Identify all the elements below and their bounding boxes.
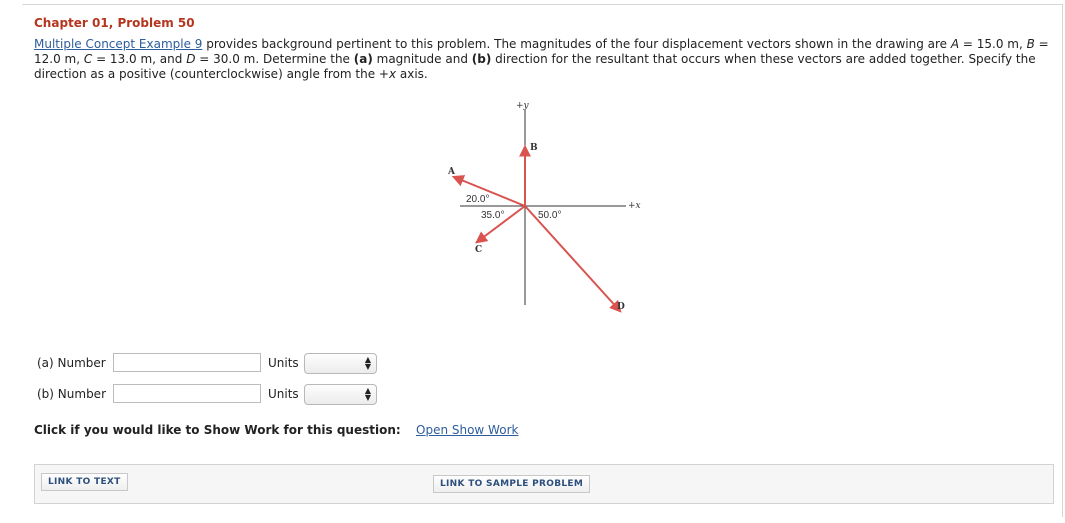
part-b-label: (b)	[471, 52, 492, 66]
show-work-prompt: Click if you would like to Show Work for…	[34, 423, 401, 437]
var-b: B	[1026, 37, 1035, 51]
axis-x-label: +x	[628, 201, 641, 211]
concept-example-link[interactable]: Multiple Concept Example 9	[34, 37, 202, 51]
var-a: A	[950, 37, 960, 51]
link-bar: LINK TO TEXT LINK TO SAMPLE PROBLEM	[34, 464, 1054, 504]
vector-d-label: D	[617, 302, 625, 312]
angle-d-label: 50.0°	[538, 210, 561, 221]
select-arrows-icon: ▲ ▼	[364, 355, 371, 371]
vector-c-label: C	[475, 245, 482, 255]
answer-b-units-select[interactable]: ▲ ▼	[304, 384, 377, 405]
val-d: = 30.0 m. Determine the	[195, 52, 354, 66]
problem-text: provides background pertinent to this pr…	[202, 37, 951, 51]
axis-ref: +x	[378, 67, 397, 81]
vector-diagram: +y +x B A C D 20.0° 35.0° 50.0°	[447, 101, 641, 313]
vector-d	[524, 205, 622, 313]
var-c: C	[83, 52, 93, 66]
problem-text-4: axis.	[396, 67, 428, 81]
problem-text-2: magnitude and	[372, 52, 472, 66]
answer-a-units-select[interactable]: ▲ ▼	[304, 353, 377, 374]
part-a-label: (a)	[353, 52, 373, 66]
vector-a	[451, 175, 526, 207]
problem-statement: Multiple Concept Example 9 provides back…	[34, 37, 1054, 82]
answer-a-label: (a) Number	[37, 356, 106, 370]
open-show-work-link[interactable]: Open Show Work	[416, 423, 518, 437]
val-a: = 15.0 m,	[959, 37, 1027, 51]
vector-b-label: B	[530, 143, 538, 153]
link-to-text-button[interactable]: LINK TO TEXT	[41, 473, 128, 491]
answer-a-units-label: Units	[268, 356, 299, 370]
link-to-sample-problem-button[interactable]: LINK TO SAMPLE PROBLEM	[433, 475, 591, 493]
answer-b-number-input[interactable]	[113, 384, 261, 403]
select-arrows-icon: ▲ ▼	[364, 386, 371, 402]
answer-b-units-label: Units	[268, 387, 299, 401]
angle-c-label: 35.0°	[481, 210, 504, 221]
answer-b-label: (b) Number	[37, 387, 106, 401]
vector-a-label: A	[447, 167, 456, 177]
val-c: = 13.0 m, and	[92, 52, 187, 66]
axis-y-label: +y	[516, 101, 530, 111]
angle-a-label: 20.0°	[466, 194, 489, 205]
problem-title: Chapter 01, Problem 50	[34, 16, 195, 30]
answer-a-number-input[interactable]	[113, 353, 261, 372]
